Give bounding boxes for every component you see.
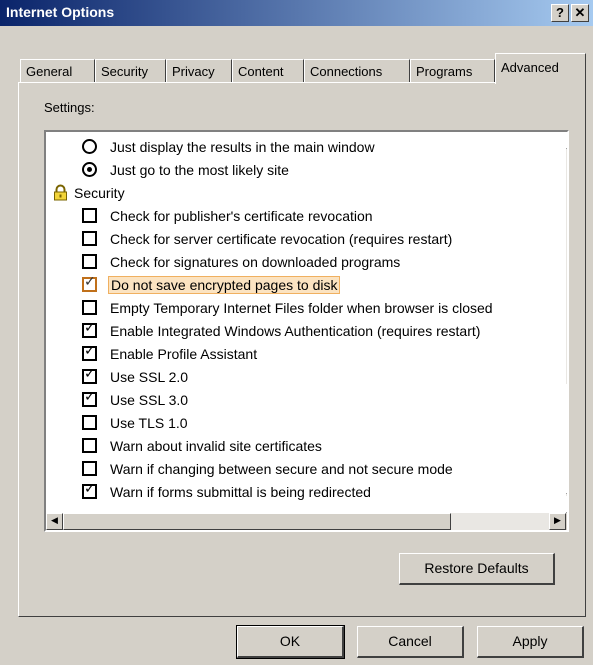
scroll-left-icon[interactable]: ◀ (46, 513, 63, 530)
help-button[interactable]: ? (551, 4, 569, 22)
list-item-label: Check for server certificate revocation … (110, 231, 453, 247)
list-item-label: Use SSL 3.0 (110, 392, 189, 408)
close-button[interactable]: ✕ (571, 4, 589, 22)
checkbox[interactable] (82, 231, 97, 246)
list-item-label: Warn if forms submittal is being redirec… (110, 484, 371, 500)
tab-content[interactable]: Content (232, 59, 304, 83)
checkbox[interactable] (82, 461, 97, 476)
settings-list[interactable]: Just display the results in the main win… (44, 130, 569, 532)
apply-button[interactable]: Apply (477, 626, 584, 658)
list-item-label: Enable Integrated Windows Authentication… (110, 323, 481, 339)
ok-button[interactable]: OK (236, 625, 345, 659)
tab-connections[interactable]: Connections (304, 59, 410, 83)
radio-button[interactable] (82, 162, 97, 177)
list-item-label: Empty Temporary Internet Files folder wh… (110, 300, 493, 316)
restore-defaults-button[interactable]: Restore Defaults (399, 553, 555, 585)
horizontal-scrollbar[interactable]: ◀ ▶ (46, 513, 566, 530)
checkbox[interactable] (82, 274, 97, 292)
lock-icon (54, 184, 67, 201)
list-item-label: Just go to the most likely site (110, 162, 289, 178)
list-item-label: Use TLS 1.0 (110, 415, 188, 431)
title-bar[interactable]: Internet Options ? ✕ (0, 0, 593, 26)
checkbox[interactable] (82, 438, 97, 453)
list-item-label: Warn about invalid site certificates (110, 438, 322, 454)
tab-programs[interactable]: Programs (410, 59, 495, 83)
scroll-up-icon[interactable]: ▲ (566, 132, 567, 149)
checkbox[interactable] (82, 366, 97, 384)
list-item-label: Check for publisher's certificate revoca… (110, 208, 373, 224)
list-item-label: Warn if changing between secure and not … (110, 461, 453, 477)
radio-button[interactable] (82, 139, 97, 154)
list-item-label: Use SSL 2.0 (110, 369, 189, 385)
checkbox[interactable] (82, 481, 97, 499)
list-item-label: Security (74, 185, 125, 201)
scrollbar-corner (566, 513, 567, 530)
cancel-button[interactable]: Cancel (357, 626, 464, 658)
scroll-right-icon[interactable]: ▶ (549, 513, 566, 530)
vertical-scroll-thumb[interactable] (566, 384, 567, 494)
checkbox[interactable] (82, 208, 97, 223)
checkbox[interactable] (82, 415, 97, 430)
checkbox[interactable] (82, 254, 97, 269)
vertical-scrollbar[interactable]: ▲ ▼ (566, 132, 567, 513)
checkbox[interactable] (82, 389, 97, 407)
settings-label: Settings: (44, 100, 95, 115)
list-item-label: Just display the results in the main win… (110, 139, 375, 155)
tab-general[interactable]: General (20, 59, 95, 83)
checkbox[interactable] (82, 300, 97, 315)
checkbox[interactable] (82, 320, 97, 338)
list-item-label: Enable Profile Assistant (110, 346, 258, 362)
list-item-label: Check for signatures on downloaded progr… (110, 254, 401, 270)
tab-security[interactable]: Security (95, 59, 166, 83)
horizontal-scroll-thumb[interactable] (63, 513, 451, 530)
list-item-label: Do not save encrypted pages to disk (108, 276, 341, 294)
window-title: Internet Options (6, 4, 115, 20)
internet-options-dialog: Internet Options ? ✕ General Security Pr… (0, 0, 593, 665)
scroll-down-icon[interactable]: ▼ (566, 496, 567, 513)
tab-privacy[interactable]: Privacy (166, 59, 232, 83)
tab-advanced[interactable]: Advanced (495, 53, 586, 84)
checkbox[interactable] (82, 343, 97, 361)
